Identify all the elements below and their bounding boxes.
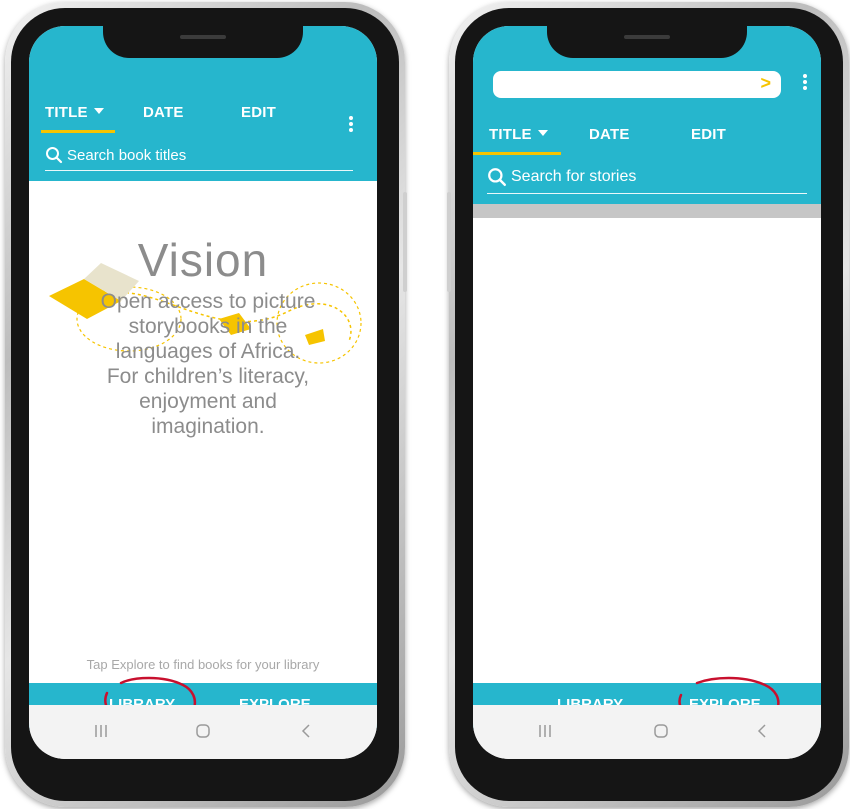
vision-heading: Vision: [137, 234, 269, 286]
speaker-grille: [624, 35, 670, 39]
tab-date[interactable]: DATE: [143, 104, 184, 121]
vision-line: imagination.: [151, 415, 265, 438]
vision-line: storybooks in the: [128, 315, 288, 338]
vision-line: For children’s literacy,: [106, 365, 310, 388]
vision-line: enjoyment and: [139, 390, 277, 413]
home-icon[interactable]: [653, 723, 669, 739]
tab-title[interactable]: TITLE: [45, 104, 104, 121]
tab-title-indicator: [41, 130, 115, 133]
tab-title-label: TITLE: [489, 126, 532, 143]
search-placeholder: Search for stories: [511, 168, 637, 185]
system-nav-bar: [473, 705, 821, 759]
screen-explore: > TITLE DATE EDIT Search for stories LIB…: [473, 26, 821, 759]
phone-frame-left: TITLE DATE EDIT Search book titles Visio…: [5, 2, 407, 807]
home-icon[interactable]: [195, 723, 211, 739]
go-arrow-icon[interactable]: >: [760, 73, 771, 94]
search-field[interactable]: Search for stories: [487, 161, 807, 194]
side-button: [403, 192, 407, 292]
vision-panel: Vision Open access to picture storybooks…: [29, 181, 377, 683]
caret-down-icon: [93, 108, 104, 115]
tab-edit[interactable]: EDIT: [691, 126, 726, 143]
speaker-grille: [180, 35, 226, 39]
search-icon: [46, 147, 63, 164]
search-field[interactable]: Search book titles: [45, 140, 353, 171]
story-list: [473, 218, 821, 683]
explore-hint: Tap Explore to find books for your libra…: [86, 657, 320, 672]
more-vert-icon[interactable]: [349, 116, 353, 134]
recent-apps-icon[interactable]: [537, 723, 553, 739]
tab-date[interactable]: DATE: [589, 126, 630, 143]
back-icon[interactable]: [755, 723, 771, 739]
vision-statement: Open access to picture storybooks in the…: [77, 289, 339, 439]
tab-title-label: TITLE: [45, 104, 88, 121]
tab-edit[interactable]: EDIT: [241, 104, 276, 121]
tab-title-indicator: [473, 152, 561, 155]
caret-down-icon: [537, 130, 548, 137]
recent-apps-icon[interactable]: [93, 723, 109, 739]
camera-notch: [103, 26, 303, 58]
tab-title[interactable]: TITLE: [489, 126, 548, 143]
side-button: [447, 192, 451, 292]
search-placeholder: Search book titles: [67, 146, 187, 164]
loading-strip: [473, 204, 821, 218]
system-nav-bar: [29, 705, 377, 759]
vision-line: Open access to picture: [100, 290, 316, 313]
search-icon: [488, 168, 506, 186]
vision-line: languages of Africa.: [115, 340, 301, 363]
more-vert-icon[interactable]: [803, 74, 807, 92]
back-icon[interactable]: [299, 723, 315, 739]
screen-library: TITLE DATE EDIT Search book titles Visio…: [29, 26, 377, 759]
url-input[interactable]: >: [493, 71, 781, 98]
phone-frame-right: > TITLE DATE EDIT Search for stories LIB…: [447, 2, 849, 807]
camera-notch: [547, 26, 747, 58]
